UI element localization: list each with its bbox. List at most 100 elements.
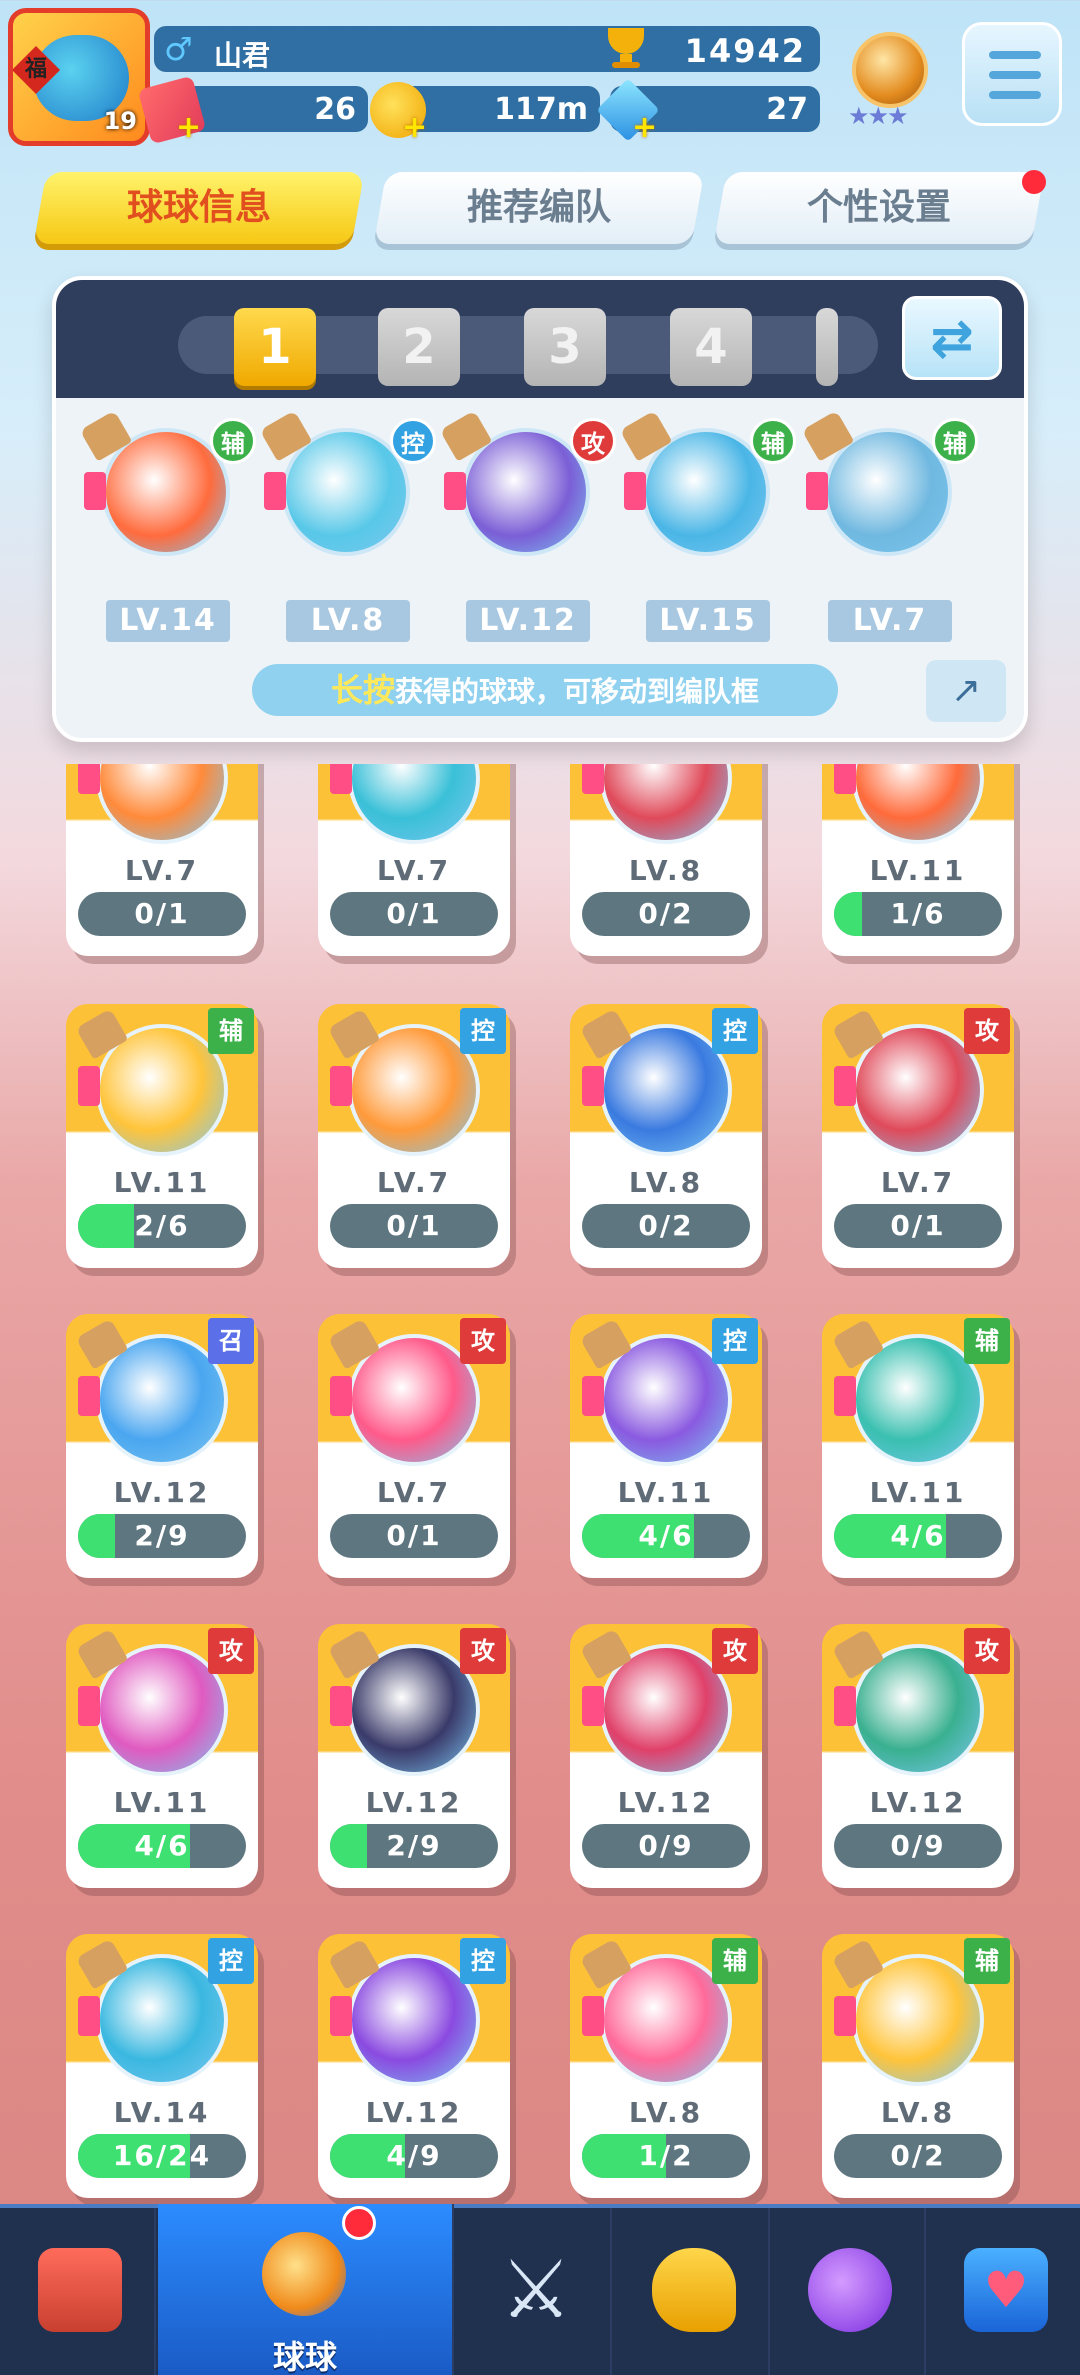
team-level-label: LV.12 (466, 600, 590, 642)
menu-button[interactable] (962, 22, 1062, 126)
gem-resource[interactable]: + 27 (596, 78, 820, 145)
ball-level: LV.11 (869, 854, 967, 887)
ball-level: LV.11 (869, 1476, 967, 1509)
ball-card[interactable]: 辅 LV.8 1/2 (570, 1934, 762, 2198)
coin-count: 117m (494, 92, 588, 127)
lucky-tag-icon (78, 1996, 100, 2036)
ball-card[interactable]: LV.7 0/1 (318, 764, 510, 956)
bottle-cork-icon (579, 1938, 633, 1990)
lucky-tag-icon (330, 1066, 352, 1106)
rank-stars-icon: ★★★ (848, 102, 909, 130)
ball-card[interactable]: LV.7 0/1 (66, 764, 258, 956)
ball-level: LV.12 (617, 1786, 715, 1819)
type-badge: 攻 (570, 418, 616, 464)
lucky-tag-icon (582, 764, 604, 794)
bottle-cork-icon (831, 1628, 885, 1680)
nav-balls-notification-dot (342, 2206, 376, 2240)
nav-explore[interactable] (770, 2208, 926, 2375)
upgrade-progress-bar: 0/1 (330, 1514, 498, 1558)
tab-ball-info[interactable]: 球球信息 (33, 172, 365, 244)
lucky-tag-icon (806, 472, 828, 510)
ball-card[interactable]: 攻 LV.12 0/9 (570, 1624, 762, 1888)
team-slot-tab-1[interactable]: 1 (234, 308, 316, 386)
ball-card[interactable]: LV.8 0/2 (570, 764, 762, 956)
swap-team-button[interactable]: ⇄ (902, 296, 1002, 380)
team-slot-tab-2[interactable]: 2 (378, 308, 460, 386)
type-badge: 攻 (460, 1628, 506, 1674)
ball-card[interactable]: 攻 LV.11 4/6 (66, 1624, 258, 1888)
ball-level: LV.11 (113, 1786, 211, 1819)
ball-card[interactable]: 辅 LV.8 0/2 (822, 1934, 1014, 2198)
type-badge: 攻 (964, 1628, 1010, 1674)
team-slot-tab-4[interactable]: 4 (670, 308, 752, 386)
nav-balls[interactable]: 球球 (158, 2204, 454, 2375)
team-level-label: LV.14 (106, 600, 230, 642)
ball-card[interactable]: LV.11 1/6 (822, 764, 1014, 956)
player-level: 19 (103, 107, 137, 135)
bottle-cork-icon (75, 1318, 129, 1370)
ball-card[interactable]: 控 LV.12 4/9 (318, 1934, 510, 2198)
nav-battle[interactable]: ⚔ (456, 2208, 612, 2375)
team-slot-tab-3[interactable]: 3 (524, 308, 606, 386)
ball-card[interactable]: 控 LV.14 16/24 (66, 1934, 258, 2198)
ball-level: LV.8 (628, 2096, 704, 2129)
ball-card[interactable]: 攻 LV.12 2/9 (318, 1624, 510, 1888)
share-button[interactable]: ↗ (926, 660, 1006, 722)
upgrade-progress-bar: 0/1 (330, 892, 498, 936)
ticket-resource[interactable]: + 26 (137, 75, 368, 145)
ball-card[interactable]: 辅 LV.11 2/6 (66, 1004, 258, 1268)
coin-resource[interactable]: + 117m (370, 82, 600, 145)
upgrade-progress-bar: 4/6 (78, 1824, 246, 1868)
add-gem-icon[interactable]: + (632, 110, 657, 145)
lucky-tag-icon (582, 1686, 604, 1726)
upgrade-progress-bar: 0/2 (834, 2134, 1002, 2178)
progress-text: 2/9 (134, 1519, 190, 1552)
fu-icon: 福 (13, 45, 61, 95)
ball-level: LV.8 (880, 2096, 956, 2129)
ball-level: LV.8 (628, 854, 704, 887)
type-badge: 辅 (210, 418, 256, 464)
tab-personal-settings[interactable]: 个性设置 (713, 172, 1045, 244)
type-badge: 攻 (964, 1008, 1010, 1054)
ball-level: LV.12 (869, 1786, 967, 1819)
upgrade-progress-bar: 0/9 (582, 1824, 750, 1868)
ball-level: LV.7 (376, 1476, 452, 1509)
progress-text: 0/9 (638, 1829, 694, 1862)
type-badge: 辅 (712, 1938, 758, 1984)
add-coin-icon[interactable]: + (402, 110, 427, 145)
swords-icon: ⚔ (500, 2243, 572, 2336)
ball-card[interactable]: 控 LV.8 0/2 (570, 1004, 762, 1268)
bottle-cork-icon (327, 1008, 381, 1060)
ball-card[interactable]: 攻 LV.7 0/1 (318, 1314, 510, 1578)
progress-text: 0/1 (386, 897, 442, 930)
ball-card[interactable]: 攻 LV.7 0/1 (822, 1004, 1014, 1268)
ball-card[interactable]: 攻 LV.12 0/9 (822, 1624, 1014, 1888)
rank-badge[interactable]: ★★★ (842, 28, 938, 134)
lucky-tag-icon (624, 472, 646, 510)
ball-card[interactable]: 控 LV.7 0/1 (318, 1004, 510, 1268)
team-slot-tab-5[interactable] (816, 308, 838, 386)
lucky-tag-icon (78, 1376, 100, 1416)
ball-card[interactable]: 控 LV.11 4/6 (570, 1314, 762, 1578)
type-badge: 攻 (208, 1628, 254, 1674)
nav-chat[interactable]: ♥ (926, 2208, 1080, 2375)
nav-coach[interactable] (614, 2208, 770, 2375)
add-ticket-icon[interactable]: + (176, 110, 201, 145)
type-badge: 攻 (460, 1318, 506, 1364)
lucky-tag-icon (834, 1686, 856, 1726)
ball-card[interactable]: 召 LV.12 2/9 (66, 1314, 258, 1578)
ball-card[interactable]: 辅 LV.11 4/6 (822, 1314, 1014, 1578)
type-badge: 控 (460, 1938, 506, 1984)
upgrade-progress-bar: 2/6 (78, 1204, 246, 1248)
lucky-tag-icon (582, 1066, 604, 1106)
type-badge: 辅 (964, 1938, 1010, 1984)
upgrade-progress-bar: 1/2 (582, 2134, 750, 2178)
nav-shop[interactable] (0, 2208, 156, 2375)
type-badge: 辅 (964, 1318, 1010, 1364)
player-avatar[interactable]: 福 19 (8, 8, 150, 146)
bottle-cork-icon (79, 410, 133, 462)
progress-text: 0/1 (890, 1209, 946, 1242)
type-badge: 控 (712, 1008, 758, 1054)
tab-recommended-team[interactable]: 推荐编队 (373, 172, 705, 244)
gem-count: 27 (766, 92, 808, 127)
